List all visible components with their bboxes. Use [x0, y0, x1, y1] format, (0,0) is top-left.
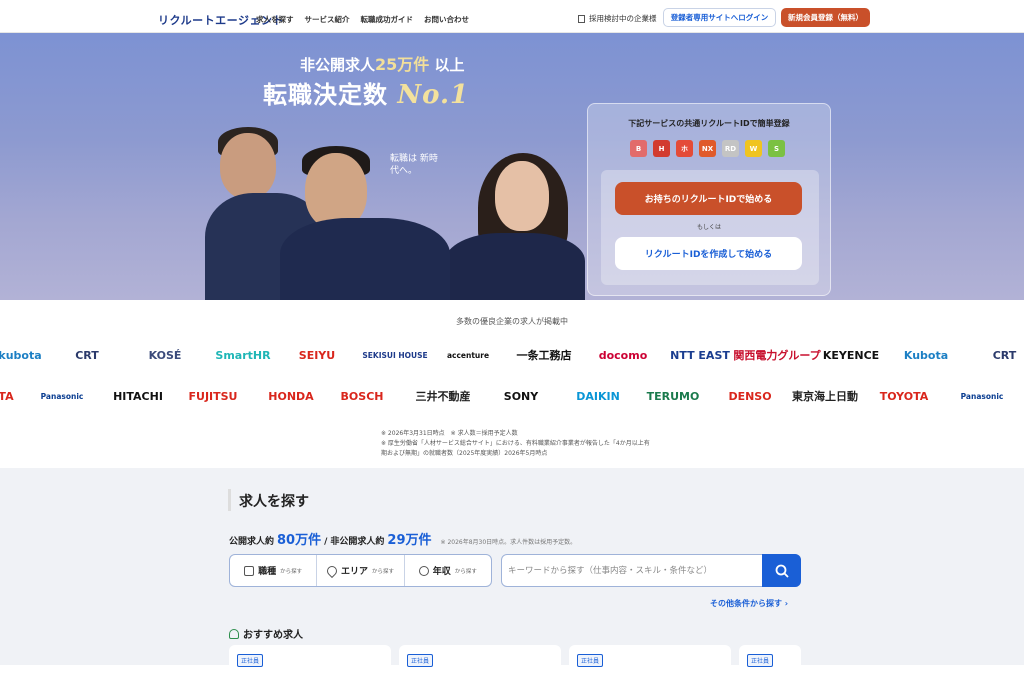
company-logo: KOSÉ [148, 348, 182, 362]
public-job-count: 80万件 [277, 533, 322, 548]
note-2: ※ 厚生労働省「人材サービス総合サイト」における、有料職業紹介事業者が報告した「… [381, 440, 650, 457]
private-job-count: 29万件 [387, 533, 432, 548]
filter-job-type[interactable]: 職種 から探す [230, 555, 318, 586]
search-icon [775, 564, 789, 578]
main-nav: 求人を探す サービス紹介 転職成功ガイド お問い合わせ [256, 14, 469, 25]
employment-type-badge: 正社員 [577, 654, 604, 667]
company-logo: TERUMO [646, 389, 700, 403]
register-button[interactable]: 新規会員登録（無料） [781, 8, 870, 27]
job-card[interactable]: 正社員 [229, 645, 391, 675]
company-logo: SEIYU [298, 348, 336, 362]
more-conditions-link[interactable]: その他条件から探す › [710, 598, 788, 609]
company-logo: CRT [992, 348, 1017, 362]
hero-banner: 非公開求人25万件 以上 転職決定数 No.1 転職は 新時代へ。 下記サービス… [0, 33, 1024, 300]
yen-icon [418, 565, 429, 576]
filter-salary[interactable]: 年収 から探す [405, 555, 491, 586]
nav-service-intro[interactable]: サービス紹介 [305, 14, 350, 25]
search-section-title: 求人を探す [239, 494, 309, 510]
section-bar [228, 489, 231, 511]
company-logo: FUJITSU [188, 389, 238, 403]
hero-tagline: 転職は 新時代へ。 [390, 154, 438, 176]
company-logo: Panasonic [960, 391, 1004, 401]
login-button[interactable]: 登録者専用サイトへログイン [663, 8, 776, 27]
company-logo: TA [0, 389, 14, 403]
job-card[interactable]: 正社員 [569, 645, 731, 675]
corporate-link[interactable]: 採用検討中の企業様 [578, 13, 657, 24]
start-with-recruit-id-button[interactable]: お持ちのリクルートIDで始める [615, 182, 802, 215]
company-logo: DENSO [728, 389, 772, 403]
company-logo: Panasonic [40, 391, 84, 401]
job-card[interactable]: 正社員 [739, 645, 801, 675]
company-logo: KEYENCE [822, 348, 880, 362]
person-body-3 [445, 233, 585, 300]
or-text: もしくは [696, 224, 721, 231]
nav-contact[interactable]: お問い合わせ [424, 14, 469, 25]
companies-notes: ※ 2026年3月31日時点 ※ 求人数＝採用予定人数 ※ 厚生労働省「人材サー… [381, 429, 651, 459]
company-logo: docomo [598, 348, 648, 362]
document-icon [578, 14, 585, 23]
filter-area[interactable]: エリア から探す [317, 555, 405, 586]
company-logo: TOYOTA [879, 389, 929, 403]
create-recruit-id-button[interactable]: リクルートIDを作成して始める [615, 237, 802, 270]
job-card[interactable]: 正社員 [399, 645, 561, 675]
company-logo: BOSCH [340, 389, 384, 403]
bell-icon [229, 628, 239, 639]
employment-type-badge: 正社員 [407, 654, 434, 667]
person-body-2 [280, 218, 450, 300]
company-logos-section: 多数の優良企業の求人が掲載中 kubota CRT KOSÉ SmartHR SEIYU… [0, 300, 1024, 468]
site-header: リクルートエージェント 求人を探す サービス紹介 転職成功ガイド お問い合わせ … [0, 0, 1024, 33]
no1-badge: No.1 [397, 80, 470, 110]
company-logo: NTT EAST [670, 348, 730, 362]
company-logo: kubota [0, 348, 42, 362]
keyword-search-input[interactable] [508, 555, 758, 586]
company-logo: 関西電力グループ [733, 349, 821, 362]
location-pin-icon [324, 563, 340, 578]
note-1: ※ 2026年3月31日時点 ※ 求人数＝採用予定人数 [381, 430, 518, 437]
company-logo: 一条工務店 [516, 349, 572, 362]
employment-type-badge: 正社員 [237, 654, 264, 667]
nav-find-jobs[interactable]: 求人を探す [256, 14, 294, 25]
hero-headline-private-jobs: 非公開求人25万件 以上 [300, 55, 465, 74]
company-logo: 三井不動産 [415, 390, 471, 403]
company-logo: SmartHR [215, 348, 271, 362]
search-filters: 職種 から探す エリア から探す 年収 から探す [229, 554, 492, 587]
count-note: ※ 2026年8月30日時点。求人件数は採用予定数。 [440, 539, 577, 546]
search-button[interactable] [762, 554, 801, 587]
company-logo-row-2: TA Panasonic HITACHI FUJITSU HONDA BOSCH 三井不動産… [0, 381, 1024, 411]
company-logo: DAIKIN [576, 389, 620, 403]
company-logo: Kubota [903, 348, 949, 362]
corporate-link-label: 採用検討中の企業様 [589, 14, 657, 23]
keyword-search-box [501, 554, 801, 587]
hero-headline-no1: 転職決定数 No.1 [263, 80, 470, 110]
person-face-3 [495, 161, 549, 231]
company-logo: SEKISUI HOUSE [362, 350, 428, 360]
company-logo-row-1: kubota CRT KOSÉ SmartHR SEIYU SEKISUI HOUSE ac… [0, 340, 1024, 370]
employment-type-badge: 正社員 [747, 654, 774, 667]
companies-title: 多数の優良企業の求人が掲載中 [456, 317, 568, 326]
recommended-jobs-title: おすすめ求人 [229, 626, 303, 641]
company-logo: accenture [446, 350, 490, 360]
company-logo: SONY [503, 389, 539, 403]
panel-buttons: お持ちのリクルートIDで始める もしくは リクルートIDを作成して始める [600, 103, 818, 296]
person-face-1 [220, 133, 276, 199]
company-logo: HITACHI [113, 389, 163, 403]
company-logo: HONDA [268, 389, 314, 403]
company-logo: CRT [75, 348, 99, 362]
briefcase-icon [244, 565, 255, 576]
chevron-right-icon: › [784, 599, 789, 608]
company-logo: 東京海上日動 [792, 390, 858, 403]
nav-success-guide[interactable]: 転職成功ガイド [361, 14, 414, 25]
job-counts: 公開求人約 80万件 / 非公開求人約 29万件 ※ 2026年8月30日時点。求人… [229, 529, 576, 548]
